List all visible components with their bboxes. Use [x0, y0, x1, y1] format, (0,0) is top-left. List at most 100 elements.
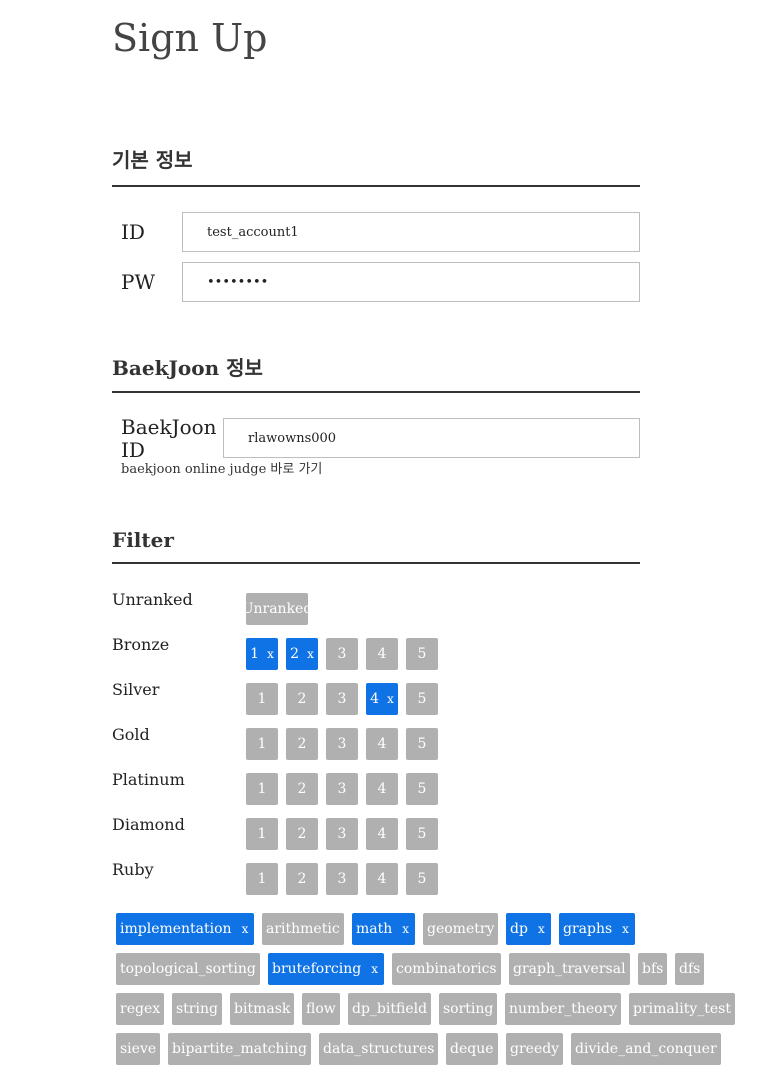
tier-chip-label: 2: [297, 826, 307, 842]
algorithm-tag-bruteforcing[interactable]: bruteforcing x: [268, 953, 384, 985]
tier-chip-platinum-5[interactable]: 5: [406, 773, 438, 805]
algorithm-tag-dfs[interactable]: dfs: [675, 953, 705, 985]
algorithm-tag-label: divide_and_conquer: [575, 1041, 717, 1057]
remove-icon[interactable]: x: [538, 922, 545, 936]
remove-icon[interactable]: x: [622, 922, 629, 936]
algorithm-tag-label: regex: [120, 1001, 161, 1017]
tier-chip-silver-2[interactable]: 2: [286, 683, 318, 715]
algorithm-tag-dp-bitfield[interactable]: dp_bitfield: [348, 993, 432, 1025]
tier-chip-gold-2[interactable]: 2: [286, 728, 318, 760]
baekjoon-id-input[interactable]: [223, 418, 640, 458]
tier-chip-label: 4: [370, 691, 380, 707]
algorithm-tag-graphs[interactable]: graphs x: [559, 913, 635, 945]
tier-chip-label: 1: [257, 781, 267, 797]
algorithm-tag-topological-sorting[interactable]: topological_sorting: [116, 953, 260, 985]
tier-label-diamond: Diamond: [112, 815, 185, 834]
algorithm-tag-label: primality_test: [633, 1001, 731, 1017]
algorithm-tag-label: dp: [510, 921, 528, 937]
algorithm-tag-sorting[interactable]: sorting: [439, 993, 498, 1025]
remove-icon[interactable]: x: [307, 647, 314, 661]
algorithm-tag-label: math: [356, 921, 393, 937]
tier-chip-diamond-1[interactable]: 1: [246, 818, 278, 850]
algorithm-tag-bitmask[interactable]: bitmask: [230, 993, 295, 1025]
remove-icon[interactable]: x: [402, 922, 409, 936]
algorithm-tag-regex[interactable]: regex: [116, 993, 165, 1025]
baekjoon-id-label-line2: ID: [121, 438, 145, 462]
tier-chip-label: 4: [377, 826, 387, 842]
algorithm-tag-label: graphs: [563, 921, 613, 937]
algorithm-tag-arithmetic[interactable]: arithmetic: [262, 913, 344, 945]
tier-chip-bronze-5[interactable]: 5: [406, 638, 438, 670]
tier-chip-ruby-4[interactable]: 4: [366, 863, 398, 895]
pw-input[interactable]: [182, 262, 640, 302]
tier-chip-ruby-3[interactable]: 3: [326, 863, 358, 895]
tier-chip-silver-4[interactable]: 4x: [366, 683, 398, 715]
algorithm-tag-label: string: [176, 1001, 218, 1017]
id-input[interactable]: [182, 212, 640, 252]
algorithm-tag-divide-and-conquer[interactable]: divide_and_conquer: [571, 1033, 721, 1065]
tier-chip-label: 1: [257, 826, 267, 842]
basic-info-heading: 기본 정보: [112, 148, 193, 172]
filter-divider: [112, 562, 640, 564]
algorithm-tag-math[interactable]: math x: [352, 913, 416, 945]
algorithm-tag-label: deque: [450, 1041, 494, 1057]
tier-chip-silver-1[interactable]: 1: [246, 683, 278, 715]
tier-chip-silver-5[interactable]: 5: [406, 683, 438, 715]
tier-chip-diamond-3[interactable]: 3: [326, 818, 358, 850]
tier-chip-ruby-2[interactable]: 2: [286, 863, 318, 895]
tier-chip-gold-3[interactable]: 3: [326, 728, 358, 760]
tier-chip-diamond-4[interactable]: 4: [366, 818, 398, 850]
remove-icon[interactable]: x: [371, 962, 378, 976]
tier-chip-label: 5: [417, 736, 427, 752]
algorithm-tag-bfs[interactable]: bfs: [638, 953, 668, 985]
tier-chip-bronze-3[interactable]: 3: [326, 638, 358, 670]
tier-chip-platinum-1[interactable]: 1: [246, 773, 278, 805]
tier-chip-bronze-4[interactable]: 4: [366, 638, 398, 670]
algorithm-tag-label: geometry: [427, 921, 495, 937]
algorithm-tag-combinatorics[interactable]: combinatorics: [392, 953, 501, 985]
tier-chip-gold-4[interactable]: 4: [366, 728, 398, 760]
remove-icon[interactable]: x: [387, 692, 394, 706]
tier-chip-label: 4: [377, 646, 387, 662]
algorithm-tag-greedy[interactable]: greedy: [506, 1033, 564, 1065]
tier-chip-silver-3[interactable]: 3: [326, 683, 358, 715]
tier-chip-label: 5: [417, 826, 427, 842]
tier-chip-gold-5[interactable]: 5: [406, 728, 438, 760]
tier-chip-platinum-2[interactable]: 2: [286, 773, 318, 805]
baekjoon-id-label-line1: BaekJoon: [121, 415, 217, 439]
baekjoon-link[interactable]: baekjoon online judge 바로 가기: [121, 462, 322, 478]
algorithm-tag-geometry[interactable]: geometry: [423, 913, 499, 945]
algorithm-tag-primality-test[interactable]: primality_test: [629, 993, 735, 1025]
algorithm-tag-graph-traversal[interactable]: graph_traversal: [509, 953, 630, 985]
algorithm-tag-string[interactable]: string: [172, 993, 222, 1025]
algorithm-tag-sieve[interactable]: sieve: [116, 1033, 161, 1065]
algorithm-tag-number-theory[interactable]: number_theory: [505, 993, 622, 1025]
algorithm-tag-label: flow: [306, 1001, 336, 1017]
tier-chip-label: 5: [417, 691, 427, 707]
tier-chip-bronze-1[interactable]: 1x: [246, 638, 278, 670]
remove-icon[interactable]: x: [242, 922, 249, 936]
tier-label-unranked: Unranked: [112, 590, 193, 609]
tier-chip-platinum-3[interactable]: 3: [326, 773, 358, 805]
tier-chip-diamond-5[interactable]: 5: [406, 818, 438, 850]
remove-icon[interactable]: x: [267, 647, 274, 661]
algorithm-tag-bipartite-matching[interactable]: bipartite_matching: [168, 1033, 312, 1065]
tier-chip-label: 5: [417, 871, 427, 887]
tier-chip-label: 3: [337, 781, 347, 797]
tier-chip-bronze-2[interactable]: 2x: [286, 638, 318, 670]
tier-chip-ruby-1[interactable]: 1: [246, 863, 278, 895]
tier-chip-diamond-2[interactable]: 2: [286, 818, 318, 850]
tier-chip-gold-1[interactable]: 1: [246, 728, 278, 760]
algorithm-tag-flow[interactable]: flow: [302, 993, 340, 1025]
tier-chip-unranked-unranked[interactable]: Unranked: [242, 593, 312, 625]
algorithm-tag-label: bruteforcing: [272, 961, 362, 977]
page-title: Sign Up: [112, 16, 268, 60]
tier-chip-platinum-4[interactable]: 4: [366, 773, 398, 805]
tier-chip-ruby-5[interactable]: 5: [406, 863, 438, 895]
tier-chip-label: 2: [297, 691, 307, 707]
algorithm-tag-data-structures[interactable]: data_structures: [319, 1033, 439, 1065]
algorithm-tag-deque[interactable]: deque: [446, 1033, 498, 1065]
tier-chip-label: 5: [417, 646, 427, 662]
algorithm-tag-dp[interactable]: dp x: [506, 913, 551, 945]
algorithm-tag-implementation[interactable]: implementation x: [116, 913, 255, 945]
